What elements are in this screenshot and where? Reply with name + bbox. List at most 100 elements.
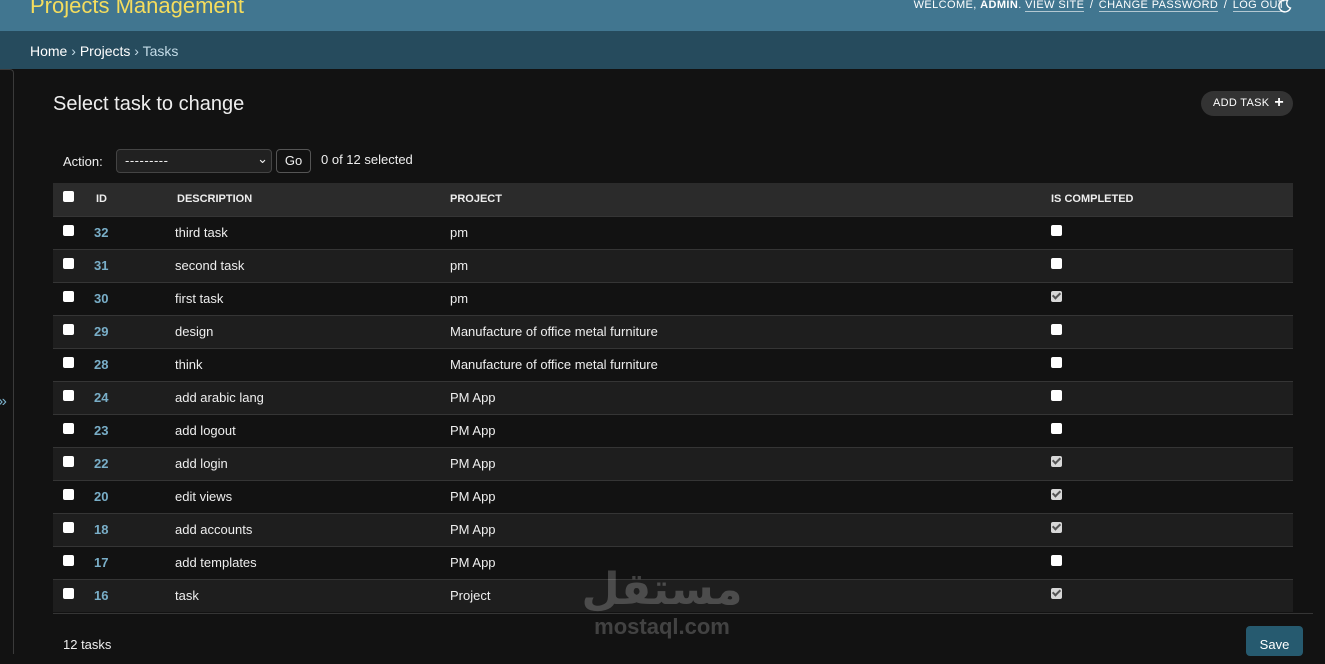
row-select-checkbox[interactable]	[63, 324, 74, 336]
is-completed-indicator	[1051, 423, 1062, 435]
task-project: pm	[450, 248, 1051, 282]
save-button[interactable]: Save	[1246, 626, 1303, 656]
task-id-link[interactable]: 31	[93, 248, 175, 282]
results-table: ID DESCRIPTION PROJECT IS COMPLETED 32th…	[53, 183, 1293, 612]
task-id-link[interactable]: 20	[93, 479, 175, 513]
breadcrumb-projects[interactable]: Projects	[80, 43, 131, 59]
table-row: 20 edit views PM App	[53, 479, 1293, 513]
row-select-cell	[53, 314, 93, 348]
is-completed-cell	[1051, 380, 1293, 414]
column-header-id[interactable]: ID	[93, 183, 175, 216]
row-select-checkbox[interactable]	[63, 291, 74, 303]
row-select-checkbox[interactable]	[63, 555, 74, 567]
task-project: pm	[450, 215, 1051, 249]
row-select-checkbox[interactable]	[63, 588, 74, 600]
table-row: 23 add logout PM App	[53, 413, 1293, 447]
column-header-is-completed[interactable]: IS COMPLETED	[1051, 183, 1293, 216]
task-description: third task	[175, 215, 450, 249]
row-select-checkbox[interactable]	[63, 522, 74, 534]
task-project: PM App	[450, 446, 1051, 480]
row-select-checkbox[interactable]	[63, 357, 74, 369]
watermark-arabic: مستقل	[581, 565, 743, 614]
go-button[interactable]: Go	[276, 149, 311, 173]
row-select-checkbox[interactable]	[63, 489, 74, 501]
breadcrumb-separator: ›	[134, 43, 139, 59]
add-task-label: ADD TASK	[1213, 97, 1270, 109]
task-id-link[interactable]: 17	[93, 545, 175, 579]
task-description: add logout	[175, 413, 450, 447]
task-id-link[interactable]: 16	[93, 578, 175, 612]
is-completed-indicator	[1051, 555, 1062, 567]
is-completed-indicator	[1051, 588, 1062, 600]
sidebar-toggle-icon[interactable]: »	[0, 393, 7, 411]
is-completed-cell	[1051, 446, 1293, 480]
task-description: task	[175, 578, 450, 612]
task-description: add login	[175, 446, 450, 480]
view-site-link[interactable]: VIEW SITE	[1025, 0, 1085, 12]
table-row: 18 add accounts PM App	[53, 512, 1293, 546]
task-id-link[interactable]: 23	[93, 413, 175, 447]
row-select-checkbox[interactable]	[63, 225, 74, 237]
is-completed-indicator	[1051, 522, 1062, 534]
moon-icon[interactable]	[1278, 0, 1292, 13]
task-project: pm	[450, 281, 1051, 315]
table-row: 32 third task pm	[53, 215, 1293, 249]
select-all-checkbox[interactable]	[63, 190, 74, 202]
task-id-link[interactable]: 22	[93, 446, 175, 480]
row-select-checkbox[interactable]	[63, 423, 74, 435]
task-id-link[interactable]: 32	[93, 215, 175, 249]
is-completed-cell	[1051, 347, 1293, 381]
task-project: Project	[450, 578, 1051, 612]
task-id-link[interactable]: 29	[93, 314, 175, 348]
is-completed-cell	[1051, 578, 1293, 612]
task-project: PM App	[450, 479, 1051, 513]
username: ADMIN	[980, 0, 1019, 11]
row-select-cell	[53, 215, 93, 249]
row-select-cell	[53, 347, 93, 381]
row-select-cell	[53, 446, 93, 480]
is-completed-indicator	[1051, 324, 1062, 336]
is-completed-cell	[1051, 314, 1293, 348]
breadcrumb-home[interactable]: Home	[30, 43, 67, 59]
table-row: 29 design Manufacture of office metal furn…	[53, 314, 1293, 348]
chevron-down-icon: ⌄	[257, 151, 268, 166]
table-header-row: ID DESCRIPTION PROJECT IS COMPLETED	[53, 183, 1293, 216]
row-select-cell	[53, 545, 93, 579]
row-select-checkbox[interactable]	[63, 456, 74, 468]
add-task-button[interactable]: ADD TASK +	[1201, 91, 1293, 116]
row-select-checkbox[interactable]	[63, 390, 74, 402]
task-id-link[interactable]: 30	[93, 281, 175, 315]
row-select-cell	[53, 413, 93, 447]
is-completed-indicator	[1051, 291, 1062, 303]
task-project: PM App	[450, 413, 1051, 447]
task-id-link[interactable]: 18	[93, 512, 175, 546]
task-project: PM App	[450, 545, 1051, 579]
table-row: 30 first task pm	[53, 281, 1293, 315]
row-select-cell	[53, 479, 93, 513]
task-project: PM App	[450, 380, 1051, 414]
is-completed-cell	[1051, 512, 1293, 546]
column-header-description[interactable]: DESCRIPTION	[175, 183, 450, 216]
task-project: Manufacture of office metal furniture	[450, 347, 1051, 381]
is-completed-indicator	[1051, 456, 1062, 468]
row-select-checkbox[interactable]	[63, 258, 74, 270]
task-project: PM App	[450, 512, 1051, 546]
change-password-link[interactable]: CHANGE PASSWORD	[1098, 0, 1219, 12]
sidebar-edge	[0, 69, 14, 654]
plus-icon: +	[1274, 94, 1284, 111]
watermark-latin: mostaql.com	[594, 614, 730, 639]
is-completed-cell	[1051, 479, 1293, 513]
page-title: Select task to change	[53, 93, 245, 115]
is-completed-cell	[1051, 545, 1293, 579]
task-description: add templates	[175, 545, 450, 579]
action-select[interactable]: --------- ⌄	[116, 149, 272, 173]
column-header-project[interactable]: PROJECT	[450, 183, 1051, 216]
site-title[interactable]: Projects Management	[30, 0, 244, 19]
is-completed-indicator	[1051, 258, 1062, 270]
row-select-cell	[53, 512, 93, 546]
results-count: 12 tasks	[63, 637, 112, 652]
task-id-link[interactable]: 28	[93, 347, 175, 381]
task-description: edit views	[175, 479, 450, 513]
task-description: add arabic lang	[175, 380, 450, 414]
task-id-link[interactable]: 24	[93, 380, 175, 414]
